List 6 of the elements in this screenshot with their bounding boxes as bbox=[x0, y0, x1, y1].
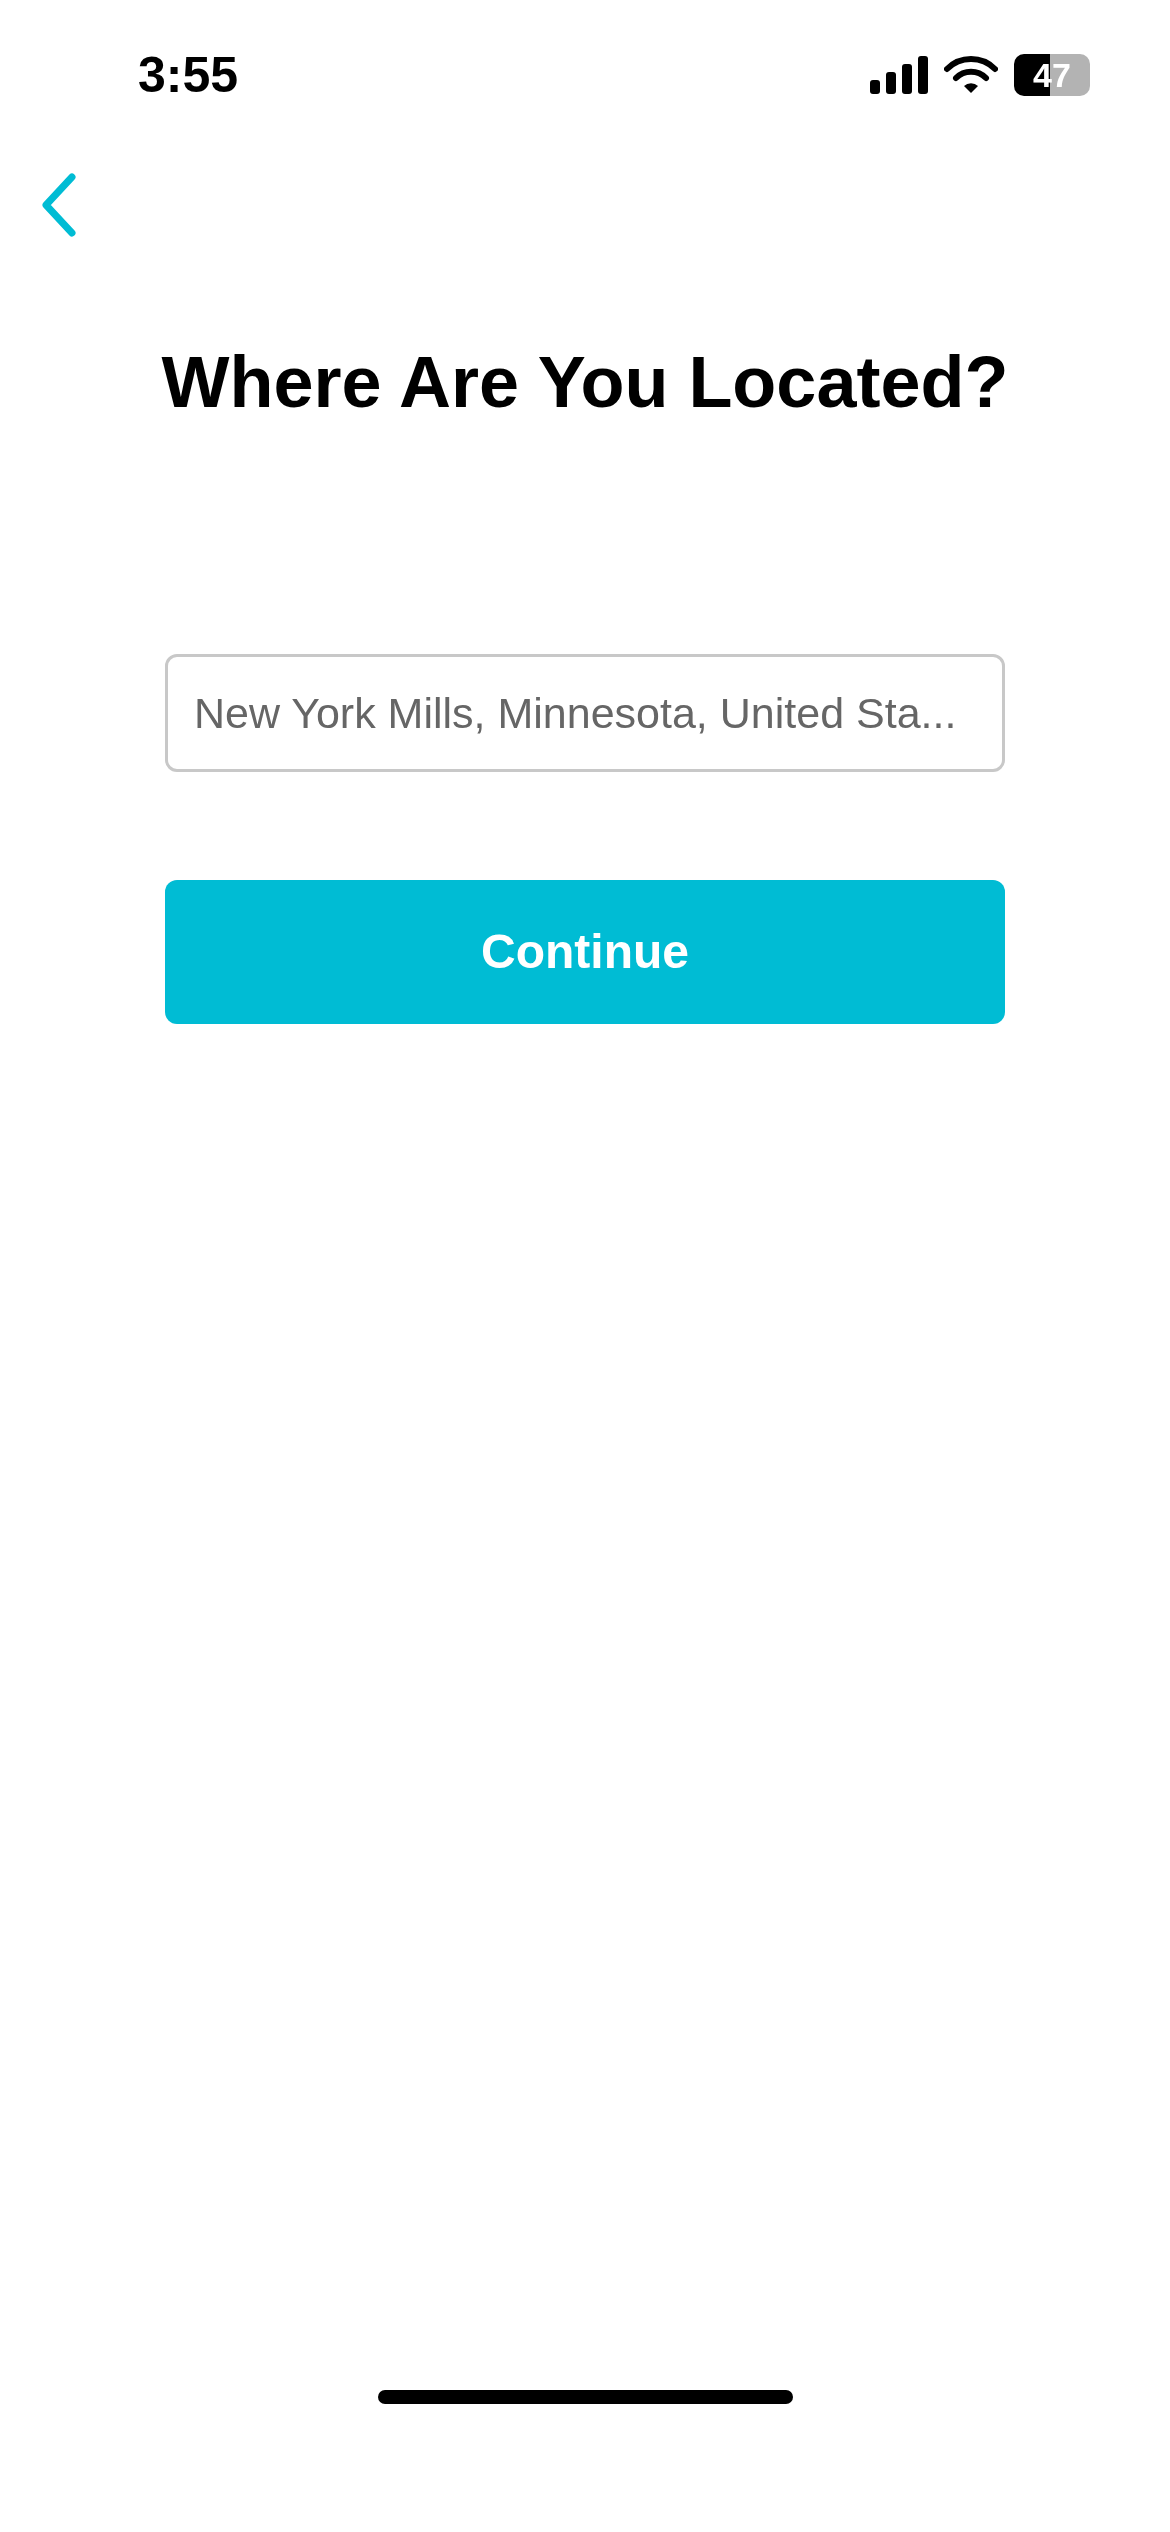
signal-icon bbox=[870, 56, 928, 94]
page-title: Where Are You Located? bbox=[160, 341, 1010, 424]
wifi-icon bbox=[944, 55, 998, 95]
back-chevron-icon bbox=[42, 173, 76, 237]
status-time: 3:55 bbox=[138, 45, 239, 105]
location-field[interactable]: New York Mills, Minnesota, United Sta... bbox=[165, 654, 1005, 772]
